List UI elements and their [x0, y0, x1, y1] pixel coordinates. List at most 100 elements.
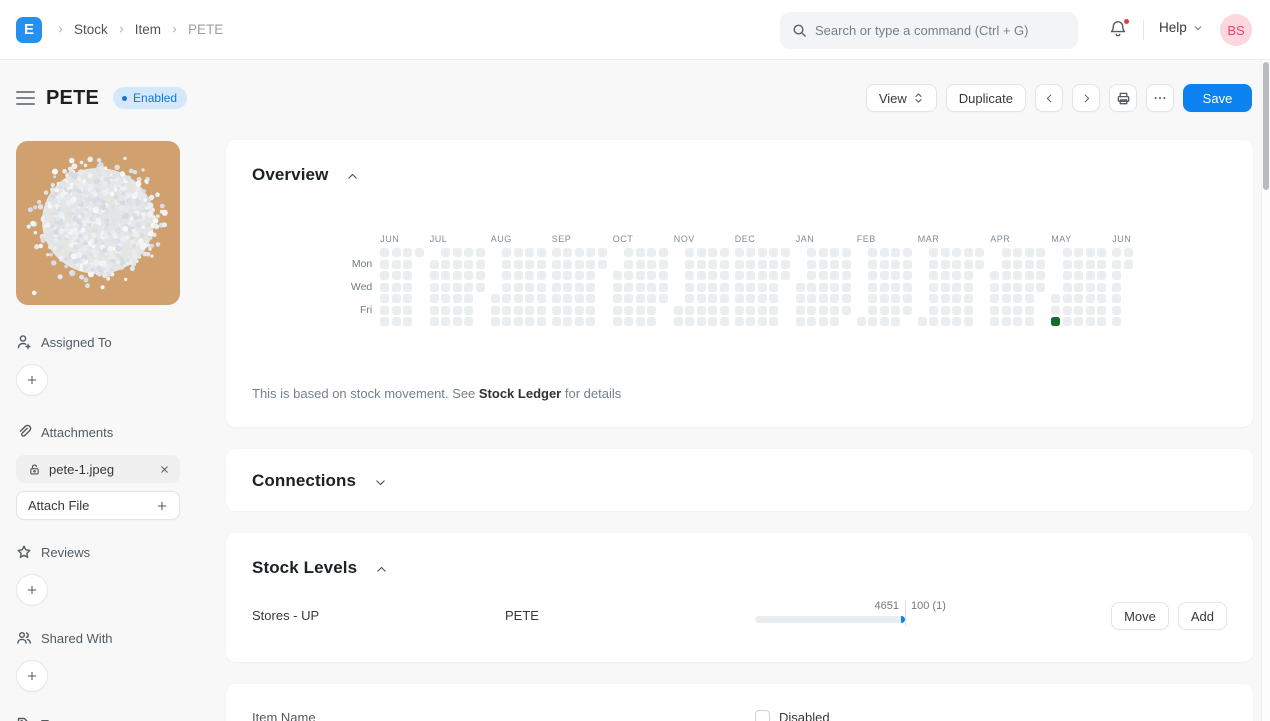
heatmap-cell: [563, 248, 572, 257]
overview-title: Overview: [252, 165, 328, 185]
heatmap-cell: [1002, 317, 1011, 326]
duplicate-label: Duplicate: [959, 91, 1013, 106]
heatmap-cell: [819, 283, 828, 292]
heatmap-cell: [891, 283, 900, 292]
heatmap-cell: [868, 260, 877, 269]
item-image-pellets[interactable]: [16, 141, 180, 305]
heatmap-cell: [502, 248, 511, 257]
heatmap-cell: [1112, 294, 1121, 303]
expand-connections-button[interactable]: [374, 474, 387, 489]
heatmap-cell: [403, 317, 412, 326]
heatmap-month-label: NOV: [674, 234, 729, 248]
heatmap-cell: [807, 271, 816, 280]
heatmap-cell: [624, 283, 633, 292]
scrollbar-thumb[interactable]: [1263, 62, 1269, 190]
reviews-section: Reviews: [16, 544, 180, 560]
view-button[interactable]: View: [866, 84, 937, 112]
remove-attachment-button[interactable]: [159, 464, 170, 475]
prev-record-button[interactable]: [1035, 84, 1063, 112]
heatmap-cell: [758, 317, 767, 326]
heatmap-cell: [1112, 283, 1121, 292]
more-menu-button[interactable]: [1146, 84, 1174, 112]
heatmap-cell: [1086, 271, 1095, 280]
heatmap-cell: [1025, 271, 1034, 280]
add-share-button[interactable]: [16, 660, 48, 692]
bar-divider: [905, 600, 906, 626]
heatmap-cell: [758, 248, 767, 257]
breadcrumb-stock[interactable]: Stock: [74, 22, 108, 37]
add-stock-button[interactable]: Add: [1178, 602, 1227, 630]
heatmap-cell: [697, 248, 706, 257]
heatmap-cell: [1063, 306, 1072, 315]
attachments-section: Attachments: [16, 424, 180, 440]
heatmap-cell: [990, 317, 999, 326]
assigned-to-label: Assigned To: [41, 335, 112, 350]
heatmap-day-label: Wed: [351, 283, 372, 292]
disabled-checkbox[interactable]: [755, 710, 770, 721]
heatmap-cell: [1013, 271, 1022, 280]
tag-icon: [16, 716, 32, 721]
heatmap-cell: [525, 283, 534, 292]
heatmap-cell: [880, 271, 889, 280]
heatmap-cell: [1074, 317, 1083, 326]
heatmap-cell: [952, 248, 961, 257]
stock-ledger-link[interactable]: Stock Ledger: [479, 386, 561, 401]
heatmap-cell: [708, 317, 717, 326]
global-search[interactable]: [780, 12, 1078, 49]
heatmap-cell: [441, 271, 450, 280]
more-icon: [1153, 91, 1167, 105]
add-assignment-button[interactable]: [16, 364, 48, 396]
heatmap-cell: [1002, 248, 1011, 257]
heatmap-cell: [941, 248, 950, 257]
chevron-right-icon: [56, 25, 65, 34]
attachment-chip[interactable]: pete-1.jpeg: [16, 455, 180, 483]
breadcrumb-item[interactable]: Item: [135, 22, 161, 37]
heatmap-cell: [659, 271, 668, 280]
heatmap-day-label: Fri: [360, 306, 372, 315]
print-button[interactable]: [1109, 84, 1137, 112]
heatmap-cell: [868, 248, 877, 257]
heatmap-cell: [1013, 248, 1022, 257]
heatmap-cell: [636, 294, 645, 303]
heatmap-cell: [514, 294, 523, 303]
heatmap-cell: [891, 317, 900, 326]
heatmap-cell: [674, 306, 683, 315]
heatmap-cell: [769, 260, 778, 269]
heatmap-cell: [819, 271, 828, 280]
user-avatar[interactable]: BS: [1220, 14, 1252, 46]
heatmap-cell: [441, 248, 450, 257]
next-record-button[interactable]: [1072, 84, 1100, 112]
sidebar-toggle-icon[interactable]: [16, 87, 38, 109]
heatmap-cell: [720, 294, 729, 303]
heatmap-cell: [929, 294, 938, 303]
heatmap-cell: [1086, 294, 1095, 303]
attach-file-button[interactable]: Attach File: [16, 491, 180, 520]
save-button[interactable]: Save: [1183, 84, 1252, 112]
heatmap-cell: [685, 306, 694, 315]
heatmap-cell: [502, 260, 511, 269]
heatmap-cell: [624, 248, 633, 257]
heatmap-cell: [1086, 306, 1095, 315]
heatmap-cell: [735, 248, 744, 257]
disabled-label: Disabled: [779, 710, 830, 721]
collapse-overview-button[interactable]: [346, 168, 359, 183]
heatmap-month-label: JUN: [380, 234, 424, 248]
duplicate-button[interactable]: Duplicate: [946, 84, 1026, 112]
disabled-checkbox-group[interactable]: Disabled: [755, 710, 830, 721]
notifications-bell[interactable]: [1108, 19, 1130, 41]
heatmap-cell: [525, 317, 534, 326]
heatmap-cell: [1063, 260, 1072, 269]
heatmap-cell: [514, 283, 523, 292]
move-stock-button[interactable]: Move: [1111, 602, 1169, 630]
heatmap-cell: [552, 317, 561, 326]
heatmap-cell: [1063, 317, 1072, 326]
heatmap-cell: [575, 248, 584, 257]
search-input[interactable]: [815, 23, 1066, 38]
app-logo[interactable]: E: [16, 17, 42, 43]
tags-section: Tags: [16, 716, 180, 721]
heatmap-cell: [525, 271, 534, 280]
collapse-stock-levels-button[interactable]: [375, 561, 388, 576]
sidebar: Assigned To Attachments pete-1.jpeg Atta…: [16, 130, 180, 721]
add-review-button[interactable]: [16, 574, 48, 606]
help-menu[interactable]: Help: [1159, 20, 1203, 35]
